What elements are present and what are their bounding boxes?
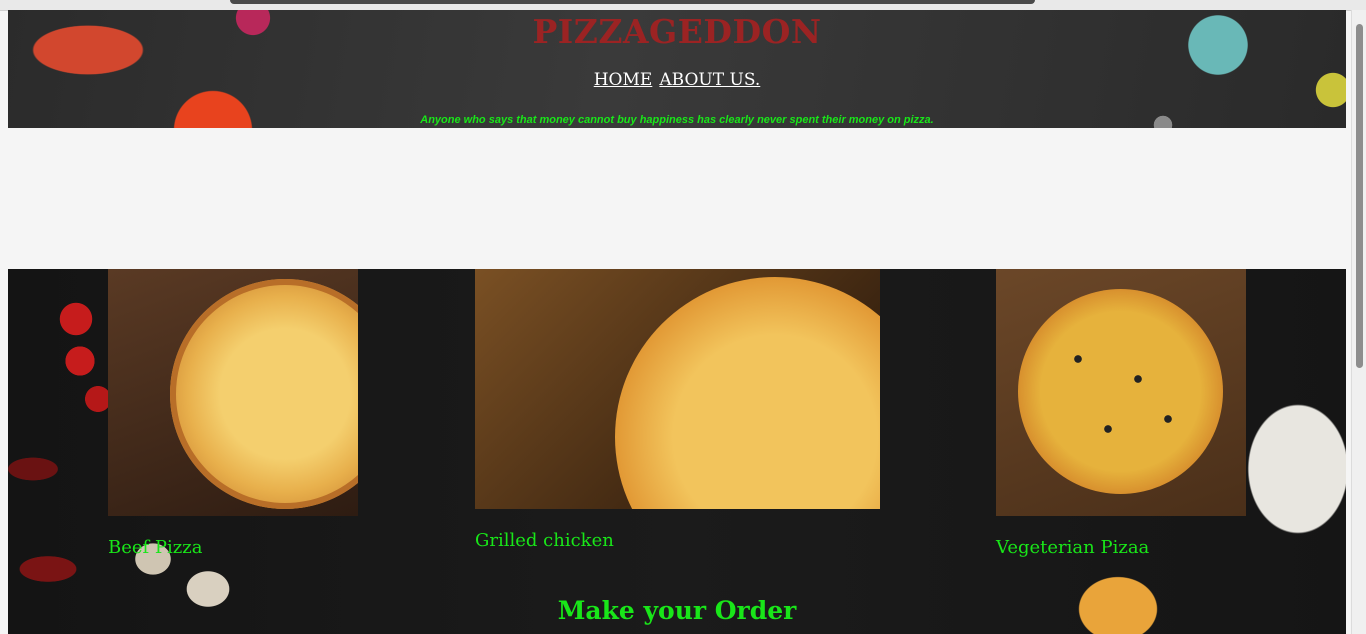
site-header: PIZZAGEDDON HOME ABOUT US. Anyone who sa… <box>8 10 1346 128</box>
beef-pizza-label: Beef Pizza <box>108 537 203 558</box>
nav-link-about[interactable]: ABOUT US. <box>659 70 760 90</box>
nav-link-home[interactable]: HOME <box>594 70 653 90</box>
vegetarian-pizza-image[interactable] <box>996 269 1246 516</box>
grilled-chicken-label: Grilled chicken <box>475 530 614 551</box>
pizza <box>1018 289 1223 494</box>
grilled-chicken-image[interactable] <box>475 269 880 509</box>
menu-section: Beef Pizza Grilled chicken Vegeterian Pi… <box>8 269 1346 634</box>
tagline: Anyone who says that money cannot buy ha… <box>420 114 934 126</box>
page-scrollbar[interactable] <box>1351 10 1366 634</box>
address-bar-edge <box>230 0 1035 4</box>
site-title: PIZZAGEDDON <box>532 12 822 51</box>
vegetarian-pizza-label: Vegeterian Pizaa <box>996 537 1150 558</box>
beef-pizza-image[interactable] <box>108 269 358 516</box>
order-heading: Make your Order <box>557 596 797 625</box>
scrollbar-thumb[interactable] <box>1356 24 1363 368</box>
main-nav: HOME ABOUT US. <box>8 70 1346 90</box>
